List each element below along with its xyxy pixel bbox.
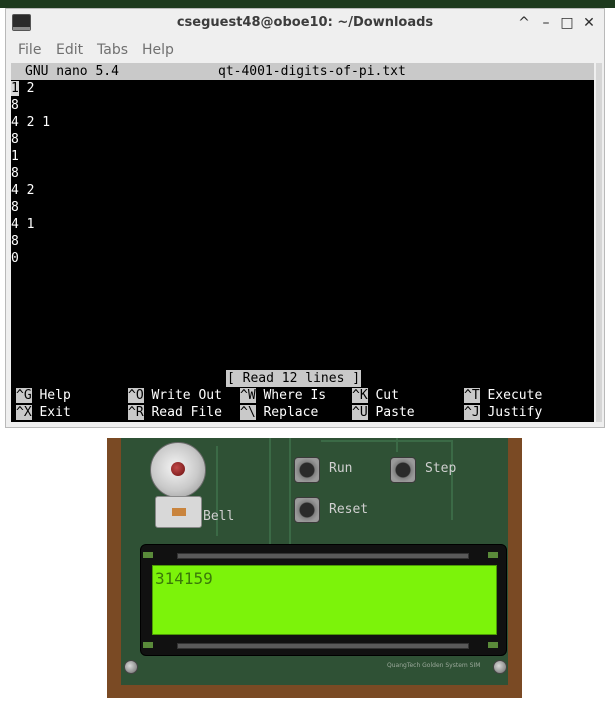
shortcut-justify[interactable]: ^J Justify <box>464 404 542 421</box>
simulator-board: Bell Run Step Reset 314159 QuangTech Gol… <box>107 438 522 698</box>
shortcut-key: ^G <box>16 388 32 403</box>
text-cursor: 1 <box>11 81 19 96</box>
menu-help[interactable]: Help <box>142 39 174 61</box>
file-line: 4 1 <box>11 217 35 232</box>
collapse-button[interactable]: ^ <box>515 13 533 33</box>
shortcut-label: Exit <box>39 405 71 420</box>
circuit-board: Bell Run Step Reset 314159 QuangTech Gol… <box>121 438 508 685</box>
shortcut-label: Replace <box>263 405 319 420</box>
shortcut-label: Execute <box>487 388 543 403</box>
bell-base <box>155 496 202 528</box>
file-line: 1 <box>11 149 19 164</box>
shortcut-key: ^K <box>352 388 368 403</box>
bell-light <box>171 462 185 476</box>
board-trace <box>321 440 451 442</box>
shortcut-read-file[interactable]: ^R Read File <box>128 404 222 421</box>
file-line: 8 <box>11 166 19 181</box>
reset-label: Reset <box>329 502 369 517</box>
step-label: Step <box>425 461 457 476</box>
reset-button[interactable] <box>294 497 320 523</box>
shortcut-key: ^J <box>464 405 480 420</box>
bell-label: Bell <box>203 509 235 524</box>
shortcut-label: Read File <box>151 405 222 420</box>
lcd-pin <box>488 642 498 648</box>
board-trace <box>396 438 398 452</box>
file-line: 1 2 <box>11 80 34 97</box>
file-line: 8 <box>11 98 19 113</box>
lcd-display: 314159 <box>140 544 507 656</box>
file-line: 0 <box>11 251 19 266</box>
shortcut-key: ^\ <box>240 405 256 420</box>
shortcut-write-out[interactable]: ^O Write Out <box>128 387 222 404</box>
board-trace <box>451 440 453 520</box>
run-label: Run <box>329 461 353 476</box>
board-trace <box>289 438 291 544</box>
terminal-window: cseguest48@oboe10: ~/Downloads ^ – □ ✕ F… <box>5 8 605 428</box>
menu-file[interactable]: File <box>18 39 41 61</box>
shortcut-label: Write Out <box>151 388 222 403</box>
shortcut-label: Justify <box>487 405 543 420</box>
scrollbar[interactable] <box>596 63 602 422</box>
shortcut-label: Cut <box>375 388 399 403</box>
line-rest: 2 <box>18 81 35 96</box>
shortcut-key: ^U <box>352 405 368 420</box>
minimize-button[interactable]: – <box>537 13 555 33</box>
close-button[interactable]: ✕ <box>580 13 598 33</box>
shortcut-label: Paste <box>375 405 415 420</box>
title-bar[interactable]: cseguest48@oboe10: ~/Downloads ^ – □ ✕ <box>6 9 604 37</box>
file-line: 8 <box>11 132 19 147</box>
shortcut-label: Where Is <box>263 388 327 403</box>
shortcut-help[interactable]: ^G Help <box>16 387 71 404</box>
screw-icon <box>124 660 138 674</box>
shortcut-where-is[interactable]: ^W Where Is <box>240 387 326 404</box>
board-trace <box>269 438 271 544</box>
nano-version: GNU nano 5.4 <box>25 64 119 79</box>
lcd-pin <box>488 552 498 558</box>
shortcut-key: ^T <box>464 388 480 403</box>
brand-label: QuangTech Golden System SIM <box>387 662 481 669</box>
menu-tabs[interactable]: Tabs <box>97 39 128 61</box>
lcd-pin <box>143 552 153 558</box>
shortcut-key: ^O <box>128 388 144 403</box>
file-line: 8 <box>11 234 19 249</box>
shortcut-replace[interactable]: ^\ Replace <box>240 404 318 421</box>
run-button[interactable] <box>294 457 320 483</box>
shortcut-execute[interactable]: ^T Execute <box>464 387 542 404</box>
file-line: 4 2 <box>11 183 35 198</box>
desktop-background <box>0 0 615 8</box>
file-line: 8 <box>11 200 19 215</box>
shortcut-cut[interactable]: ^K Cut <box>352 387 399 404</box>
status-message: [ Read 12 lines ] <box>226 370 362 387</box>
menu-edit[interactable]: Edit <box>56 39 83 61</box>
lcd-rail <box>177 643 469 649</box>
step-button[interactable] <box>390 457 416 483</box>
maximize-button[interactable]: □ <box>558 13 576 33</box>
file-line: 4 2 1 <box>11 115 51 130</box>
shortcut-key: ^R <box>128 405 144 420</box>
shortcut-key: ^X <box>16 405 32 420</box>
nano-header: GNU nano 5.4 qt-4001-digits-of-pi.txt <box>11 63 594 80</box>
lcd-text: 314159 <box>155 569 213 588</box>
lcd-screen: 314159 <box>152 565 497 635</box>
shortcut-exit[interactable]: ^X Exit <box>16 404 71 421</box>
lcd-pin <box>143 642 153 648</box>
shortcut-key: ^W <box>240 388 256 403</box>
terminal-area[interactable]: GNU nano 5.4 qt-4001-digits-of-pi.txt 1 … <box>11 63 594 422</box>
lcd-rail <box>177 553 469 559</box>
shortcut-label: Help <box>39 388 71 403</box>
shortcut-paste[interactable]: ^U Paste <box>352 404 415 421</box>
screw-icon <box>493 660 507 674</box>
nano-filename: qt-4001-digits-of-pi.txt <box>218 64 406 79</box>
bell-icon <box>150 442 206 498</box>
